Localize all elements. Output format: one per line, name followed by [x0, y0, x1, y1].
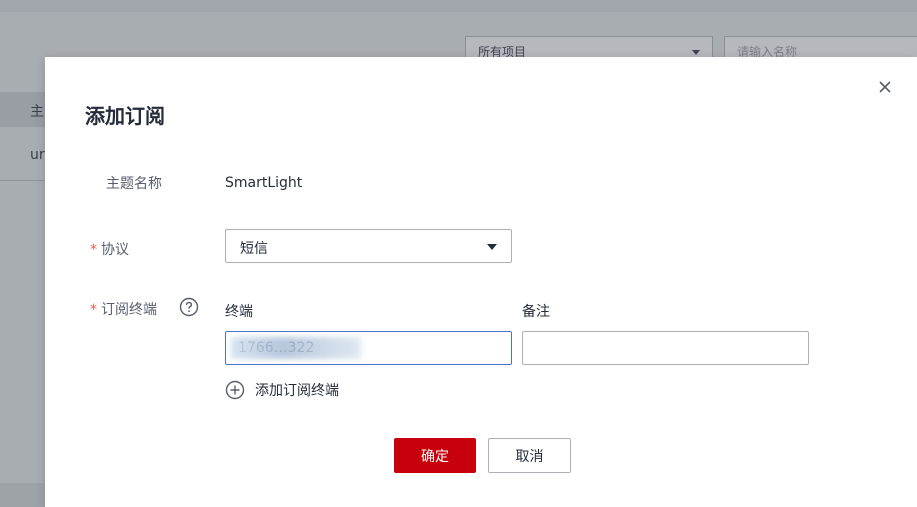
background-table-header-text: 主: [30, 104, 44, 120]
add-endpoint-button[interactable]: 添加订阅终端: [225, 380, 339, 400]
topic-name-value: SmartLight: [225, 175, 303, 191]
chevron-down-icon: [487, 244, 497, 250]
background-footer: [0, 483, 46, 507]
endpoints-label: * 订阅终端: [90, 299, 157, 319]
remark-input[interactable]: [522, 331, 809, 365]
add-endpoint-label: 添加订阅终端: [255, 383, 339, 399]
endpoint-input[interactable]: [225, 331, 512, 365]
cancel-button[interactable]: 取消: [488, 438, 571, 473]
background-topbar: [0, 0, 917, 12]
protocol-label-text: 协议: [101, 242, 129, 258]
chevron-down-icon: [692, 50, 700, 55]
add-subscription-dialog: 添加订阅 主题名称 SmartLight * 协议 短信 * 订阅终端 终端 备注: [45, 57, 917, 507]
endpoint-column-header: 终端: [225, 304, 253, 320]
plus-circle-icon: [225, 380, 245, 400]
protocol-label: * 协议: [90, 239, 129, 259]
confirm-button[interactable]: 确定: [394, 438, 476, 473]
background-row-divider: [0, 180, 46, 181]
remark-column-header: 备注: [522, 304, 550, 320]
background-table-cell: ur: [30, 147, 45, 163]
protocol-select[interactable]: 短信: [225, 229, 512, 263]
protocol-select-value: 短信: [240, 241, 268, 257]
endpoints-label-text: 订阅终端: [101, 302, 157, 318]
close-icon[interactable]: [877, 79, 893, 95]
required-mark: *: [90, 302, 97, 318]
dialog-title: 添加订阅: [85, 104, 165, 128]
question-circle-icon[interactable]: [179, 297, 199, 317]
topic-name-label: 主题名称: [106, 176, 162, 192]
required-mark: *: [90, 242, 97, 258]
